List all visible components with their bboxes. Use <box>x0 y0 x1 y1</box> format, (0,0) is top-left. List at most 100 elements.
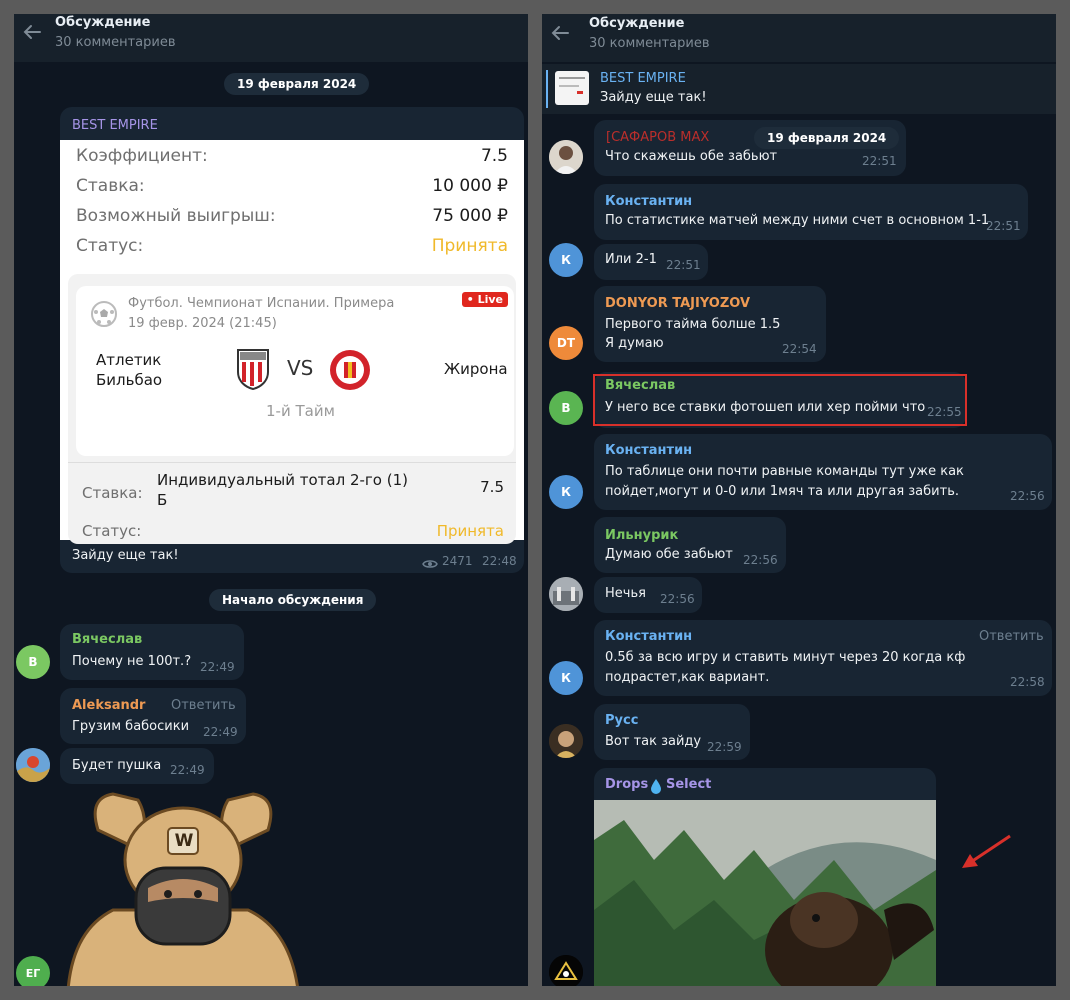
status-label: Статус: <box>76 236 144 256</box>
message-sender[interactable]: Вячеслав <box>72 632 142 647</box>
message-text: 0.5б за всю игру и ставить минут через 2… <box>605 650 966 685</box>
avatar[interactable]: ЕГ <box>16 956 50 986</box>
pinned-thumbnail <box>555 71 589 105</box>
message-sender-suffix: Select <box>666 777 712 792</box>
chat-header: Обсуждение 30 комментариев <box>542 14 1056 62</box>
coef-value: 7.5 <box>480 146 508 166</box>
sticker-letter: W <box>174 831 194 851</box>
message-time: 22:54 <box>782 342 817 356</box>
match-period: 1-й Тайм <box>266 402 335 420</box>
league-name: Футбол. Чемпионат Испании. Примера <box>128 296 395 311</box>
message-sender[interactable]: Константин <box>605 194 692 209</box>
avatar[interactable]: К <box>549 243 583 277</box>
back-arrow-icon[interactable] <box>18 18 46 46</box>
sticker-image[interactable]: W <box>58 790 308 986</box>
athletic-logo-icon <box>234 348 272 391</box>
message-time: 22:58 <box>1010 675 1045 689</box>
avatar[interactable]: В <box>549 391 583 425</box>
message-text: Грузим бабосики <box>72 719 190 734</box>
message-time: 22:51 <box>862 154 897 168</box>
pinned-text: Зайду еще так! <box>600 90 707 105</box>
pinned-title: BEST EMPIRE <box>600 71 686 86</box>
avatar[interactable]: К <box>549 661 583 695</box>
message-time: 22:56 <box>743 553 778 567</box>
message-time: 22:55 <box>927 405 962 419</box>
message-text: Что скажешь обе забьют <box>605 149 778 164</box>
avatar[interactable]: DT <box>549 326 583 360</box>
message-line: Я думаю <box>605 336 664 351</box>
team-away: Жирона <box>444 360 508 378</box>
bet-label: Ставка: <box>82 484 143 502</box>
message-text: Или 2-1 <box>605 252 657 267</box>
bet-slip-image: Коэффициент: 7.5 Ставка: 10 000 ₽ Возмож… <box>60 140 524 544</box>
message-time: 22:56 <box>1010 489 1045 503</box>
view-count: 2471 <box>442 554 473 568</box>
bet-description: Индивидуальный тотал 2-го (1) Б <box>157 471 409 509</box>
message-sender[interactable]: Aleksandr <box>72 698 145 713</box>
video-thumbnail[interactable] <box>594 800 936 986</box>
message-text: Будет пушка <box>72 758 162 773</box>
header-subtitle: 30 комментариев <box>589 36 710 51</box>
post-caption: Зайду еще так! <box>72 548 179 563</box>
message-text: Нечья <box>605 586 646 601</box>
right-chat-panel: Обсуждение 30 комментариев BEST EMPIRE З… <box>542 14 1056 986</box>
win-value: 75 000 ₽ <box>432 206 508 226</box>
avatar[interactable] <box>549 577 583 611</box>
post-channel-name[interactable]: BEST EMPIRE <box>72 118 158 133</box>
avatar[interactable]: К <box>549 475 583 509</box>
divider <box>68 462 516 463</box>
droplet-icon <box>650 778 662 794</box>
win-label: Возможный выигрыш: <box>76 206 276 226</box>
message-time: 22:56 <box>660 592 695 606</box>
message-time: 22:49 <box>170 763 205 777</box>
message-text: Вот так зайду <box>605 734 702 749</box>
message-time: 22:59 <box>707 740 742 754</box>
pinned-accent <box>546 70 548 108</box>
header-title: Обсуждение <box>589 16 685 31</box>
bet-status-label: Статус: <box>82 522 142 540</box>
reply-link[interactable]: Ответить <box>979 629 1044 644</box>
bet-coef: 7.5 <box>480 478 504 496</box>
message-sender[interactable]: Ильнурик <box>605 528 678 543</box>
message-sender[interactable]: Drops <box>605 777 648 792</box>
reply-link[interactable]: Ответить <box>171 698 236 713</box>
bet-status-value: Принята <box>436 522 504 540</box>
pinned-message-bar[interactable]: BEST EMPIRE Зайду еще так! <box>542 64 1056 114</box>
avatar[interactable] <box>549 724 583 758</box>
date-pill: 19 февраля 2024 <box>224 73 370 95</box>
message-time: 22:49 <box>203 725 238 739</box>
avatar[interactable] <box>549 955 583 986</box>
red-arrow-annotation <box>956 832 1016 872</box>
message-text: По таблице они почти равные команды тут … <box>605 464 964 499</box>
discussion-start-pill: Начало обсуждения <box>209 589 377 611</box>
avatar[interactable] <box>16 748 50 782</box>
message-sender[interactable]: Русс <box>605 713 638 728</box>
coef-label: Коэффициент: <box>76 146 208 166</box>
message-text: Почему не 100т.? <box>72 654 192 669</box>
match-datetime: 19 февр. 2024 (21:45) <box>128 316 277 331</box>
status-value: Принята <box>431 236 508 256</box>
message-sender[interactable]: [САФАРОВ МАХ <box>606 130 709 145</box>
soccer-ball-icon <box>90 300 118 328</box>
team-home: Атлетик Бильбао <box>96 351 163 389</box>
message-time: 22:51 <box>986 219 1021 233</box>
match-card: Футбол. Чемпионат Испании. Примера 19 фе… <box>68 274 516 544</box>
message-sender[interactable]: DONYOR TAJIYOZOV <box>605 296 750 311</box>
message-sender[interactable]: Константин <box>605 443 692 458</box>
date-pill: 19 февраля 2024 <box>754 127 900 149</box>
header-title: Обсуждение <box>55 15 151 30</box>
back-arrow-icon[interactable] <box>546 19 574 47</box>
avatar[interactable]: В <box>16 645 50 679</box>
eye-icon <box>422 555 438 568</box>
message-time: 22:51 <box>666 258 701 272</box>
message-text: По статистике матчей между ними счет в о… <box>605 213 990 228</box>
stake-label: Ставка: <box>76 176 145 196</box>
avatar[interactable] <box>549 140 583 174</box>
stake-value: 10 000 ₽ <box>432 176 508 196</box>
match-info: Футбол. Чемпионат Испании. Примера 19 фе… <box>76 286 514 456</box>
left-chat-panel: Обсуждение 30 комментариев 19 февраля 20… <box>14 14 528 986</box>
message-sender[interactable]: Вячеслав <box>605 378 675 393</box>
message-sender[interactable]: Константин <box>605 629 692 644</box>
message-time: 22:49 <box>200 660 235 674</box>
girona-logo-icon <box>329 349 371 391</box>
